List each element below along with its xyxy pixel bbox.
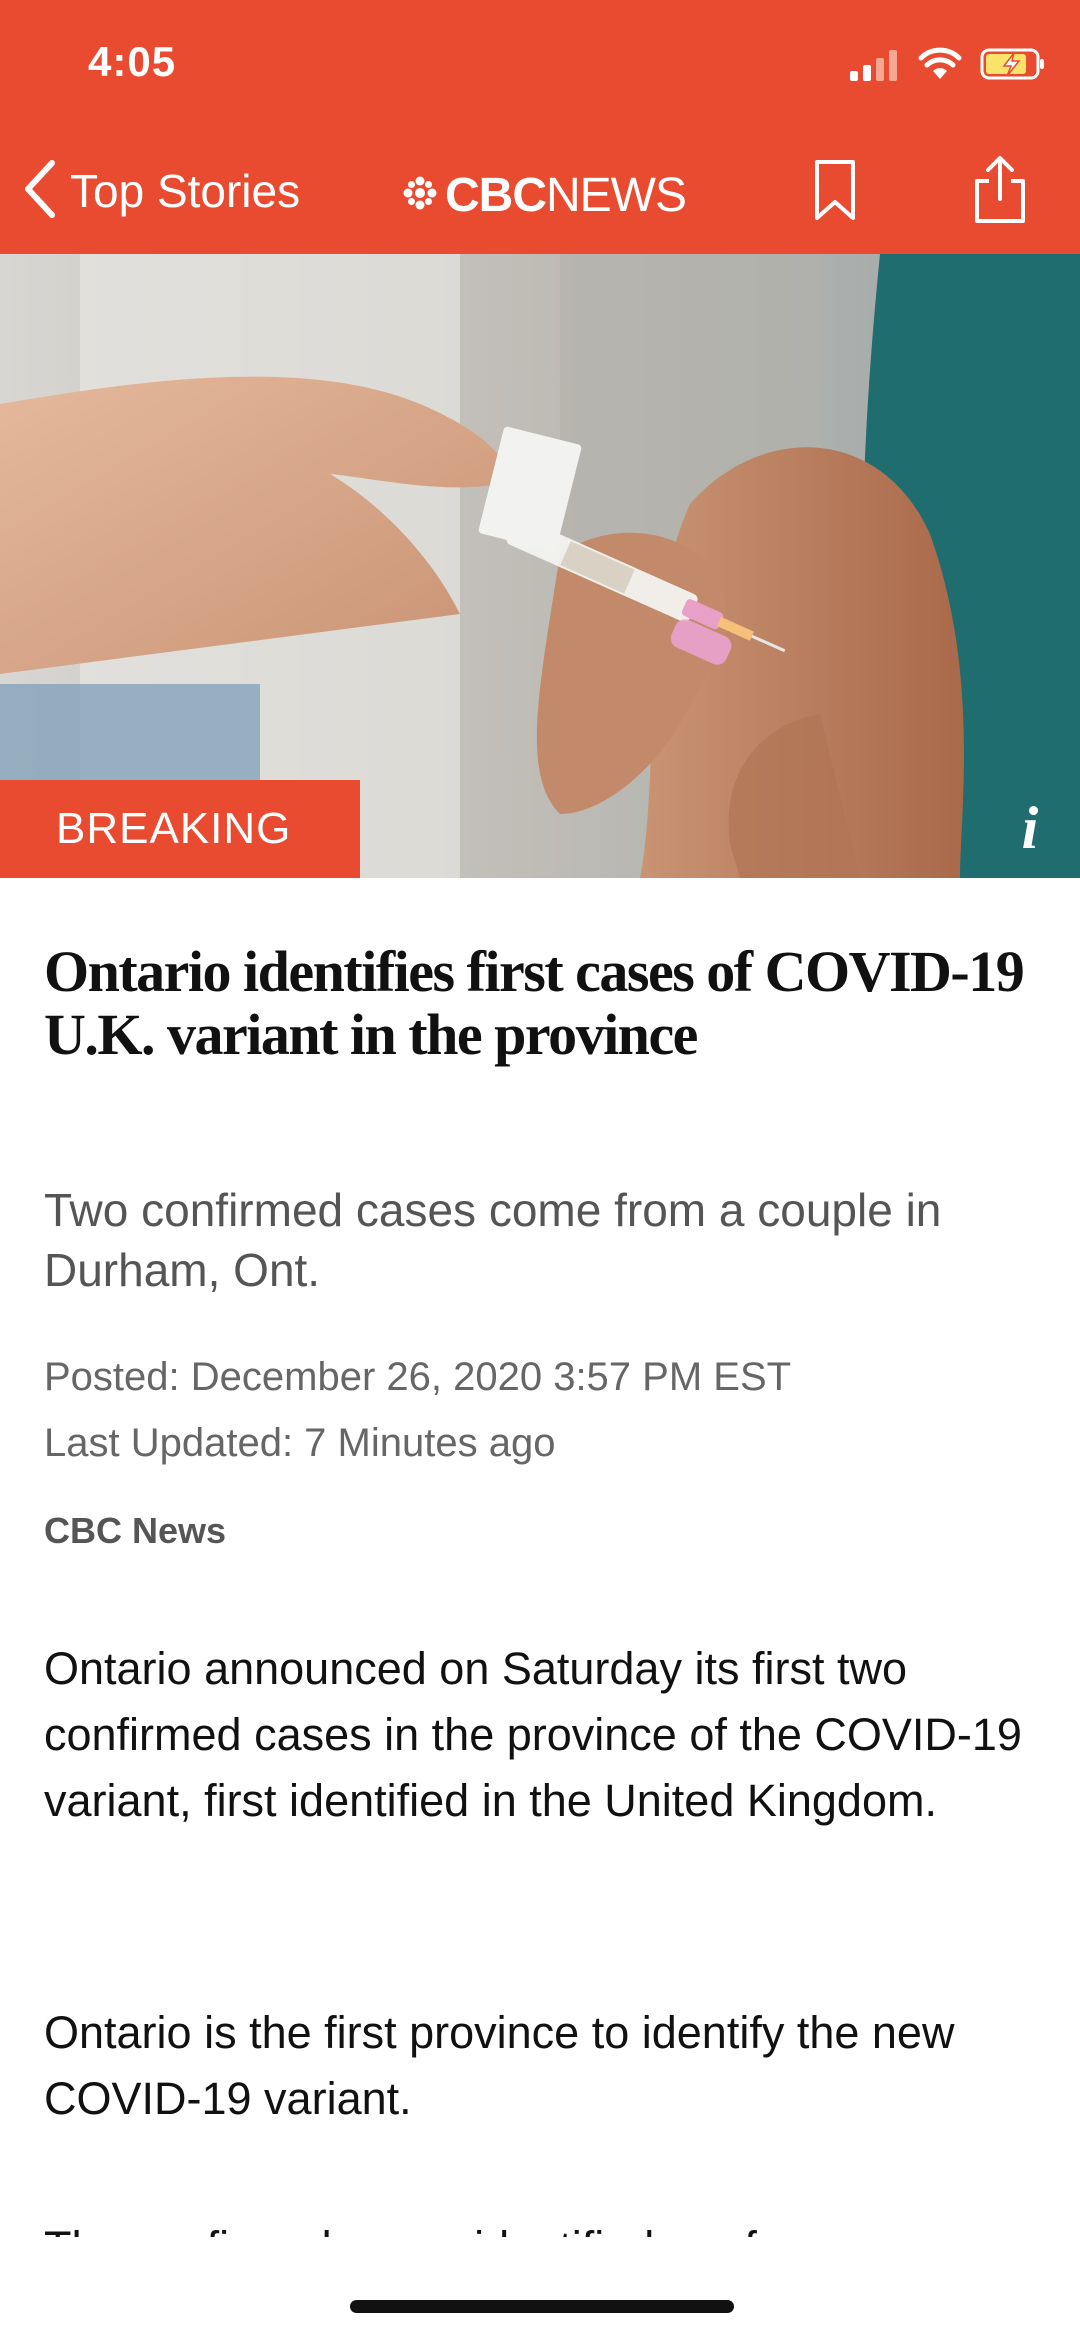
home-indicator[interactable] <box>350 2300 734 2313</box>
share-icon <box>971 155 1029 230</box>
article-byline: CBC News <box>44 1510 227 1551</box>
article-headline: Ontario identifies first cases of COVID-… <box>44 939 1025 1067</box>
photo-info-button[interactable]: i <box>1002 792 1058 864</box>
updated-timestamp: Last Updated: 7 Minutes ago <box>44 1421 556 1465</box>
brand-light-text: NEWS <box>546 169 687 222</box>
status-icons <box>848 44 1046 88</box>
top-bar: 4:05 Top Stories CBCNEWS <box>0 0 1080 254</box>
article-subheadline: Two confirmed cases come from a couple i… <box>44 1184 942 1296</box>
navigation-bar: Top Stories CBCNEWS <box>0 150 1080 232</box>
share-button[interactable] <box>965 155 1035 230</box>
back-button-label: Top Stories <box>70 165 301 217</box>
battery-charging-icon <box>980 47 1046 86</box>
article-paragraph: Ontario announced on Saturday its first … <box>44 1643 1022 1826</box>
article-paragraph: The confirmed cases identified are from <box>44 2215 1054 2237</box>
breaking-badge: BREAKING <box>0 780 360 878</box>
cbc-gem-icon <box>403 176 437 215</box>
chevron-left-icon <box>22 159 56 224</box>
bookmark-icon <box>813 158 857 227</box>
posted-timestamp: Posted: December 26, 2020 3:57 PM EST <box>44 1355 792 1399</box>
wifi-icon <box>918 47 962 86</box>
cellular-signal-icon <box>848 47 900 86</box>
article-meta: Posted: December 26, 2020 3:57 PM EST La… <box>44 1344 1044 1476</box>
brand-wordmark: CBCNEWS <box>445 168 687 223</box>
article-paragraph-partial: The confirmed cases identified are from <box>44 2215 1054 2237</box>
cbc-news-logo: CBCNEWS <box>403 168 687 223</box>
brand-bold-text: CBC <box>445 169 547 222</box>
article-paragraph: Ontario is the first province to identif… <box>44 2007 955 2124</box>
bookmark-button[interactable] <box>800 156 870 228</box>
back-button[interactable]: Top Stories <box>22 159 301 224</box>
status-time: 4:05 <box>88 38 177 85</box>
